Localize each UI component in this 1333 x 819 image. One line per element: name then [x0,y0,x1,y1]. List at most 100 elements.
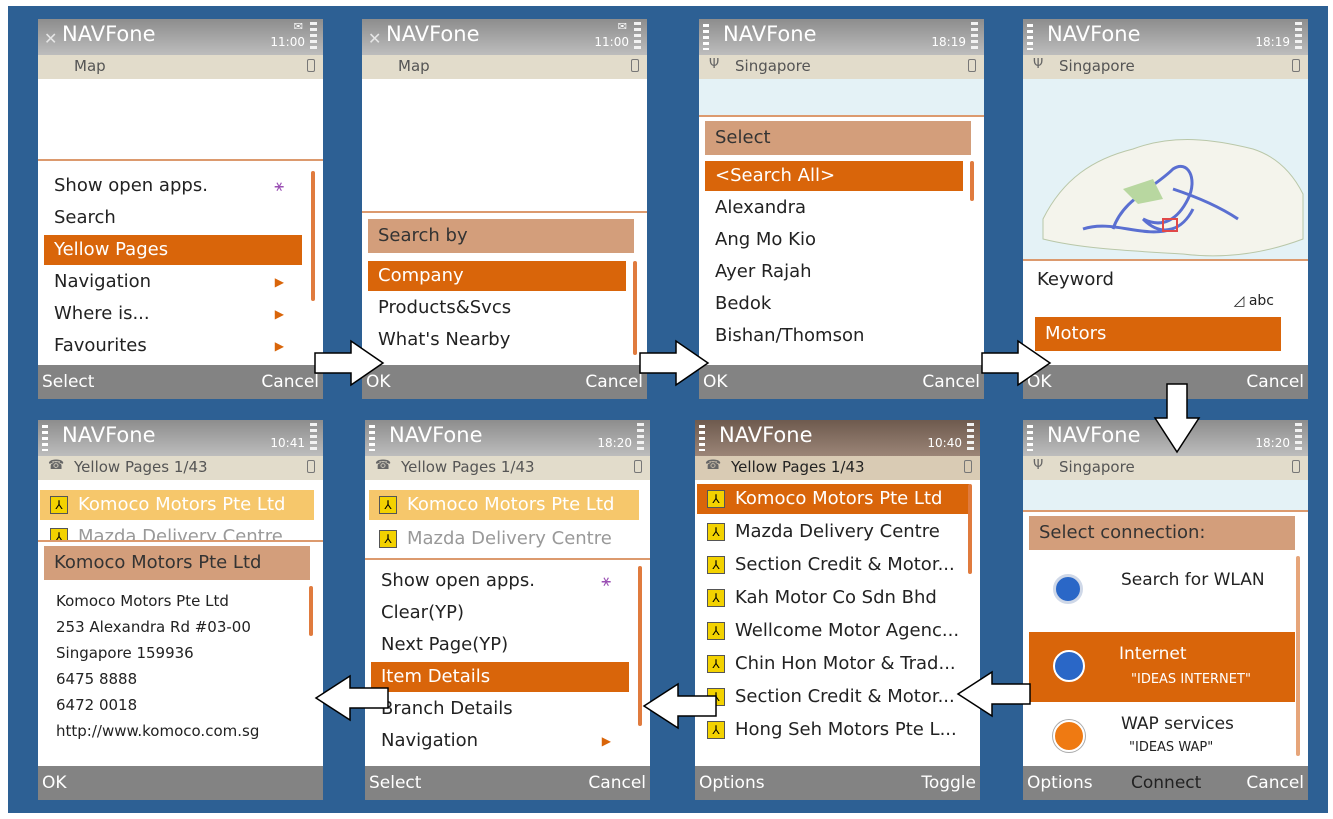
options-softkey[interactable]: Options [1027,773,1093,793]
yellow-pages-icon: ⅄ [707,655,725,673]
app-title: NAVFone [62,22,156,46]
select-softkey[interactable]: Select [42,372,94,392]
scrollbar[interactable] [1296,556,1300,756]
connect-softkey[interactable]: Connect [1131,773,1201,793]
list-item[interactable]: Ayer Rajah [705,257,963,287]
menu-item-label: Item Details [381,666,491,687]
list-item[interactable]: Alexandra [705,193,963,223]
list-item[interactable]: ⅄Section Credit & Motor... [697,682,955,712]
menu-item-company[interactable]: Company [368,261,626,291]
sub-title-bar: Ψ Singapore [699,55,984,79]
details-popup: Komoco Motors Pte Ltd Komoco Motors Pte … [38,540,323,768]
list-item[interactable]: Bishan/Thomson [705,321,963,351]
list-item[interactable]: ⅄ Komoco Motors Pte Ltd [697,484,969,514]
menu-item-search[interactable]: Search [44,203,302,233]
list-item[interactable]: ⅄ Chin Hon Motor & Trad... [697,649,956,679]
menu-item-navigation[interactable]: Navigation ▶ [371,726,629,756]
phone-icon: ☎ [705,458,722,473]
cancel-softkey[interactable]: Cancel [261,372,319,392]
connection-option-wap[interactable]: WAP services "IDEAS WAP" [1029,706,1287,766]
signal-icon [1027,24,1033,50]
app-title: NAVFone [719,423,813,447]
wap-icon [1053,720,1085,752]
clock: 11:00 [270,35,305,49]
menu-item-clear[interactable]: Clear(YP) [371,598,629,628]
submenu-arrow-icon: ▶ [274,339,284,353]
diagram-background: ✕ NAVFone ✉ 11:00 Map Show open apps. ⚹ S… [8,6,1328,813]
scrollbar[interactable] [633,261,637,355]
menu-item-label: Navigation [54,271,152,292]
menu-item-where-is[interactable]: Where is... ▶ [44,299,302,329]
connection-option-internet[interactable]: Internet "IDEAS INTERNET" [1029,632,1295,702]
list-item-search-all[interactable]: <Search All> [705,161,963,191]
cancel-softkey[interactable]: Cancel [585,372,643,392]
list-item[interactable]: Bedok [705,289,963,319]
screen-results-options: NAVFone 18:20 ☎ Yellow Pages 1/43 ⅄ Komoc… [365,420,650,800]
list-item[interactable]: ⅄ Mazda Delivery Centre [697,517,955,547]
sub-title: Map [74,57,106,75]
scrollbar[interactable] [968,484,972,574]
toggle-softkey[interactable]: Toggle [921,773,976,793]
list-item[interactable]: ⅄Section Credit & Motor... [697,550,955,580]
menu-item-yellow-pages[interactable]: Yellow Pages [44,235,302,265]
list-item[interactable]: ⅄ Komoco Motors Pte Ltd [40,490,314,520]
list-item-label: Section Credit & Motor... [735,554,955,575]
cancel-softkey[interactable]: Cancel [1246,372,1304,392]
sub-title: Yellow Pages 1/43 [401,458,535,476]
menu-item-label: Yellow Pages [54,239,169,260]
lock-icon [307,460,315,473]
sub-title-bar: Map [362,55,647,79]
list-item[interactable]: ⅄ Mazda Delivery Centre [369,524,627,554]
globe-icon [1053,650,1085,682]
signal-icon [699,425,705,451]
detail-phone[interactable]: 6475 8888 [56,670,137,688]
select-softkey[interactable]: Select [369,773,421,793]
apps-icon: ⚹ [274,176,284,195]
menu-item-whats-nearby[interactable]: What's Nearby [368,325,626,355]
menu-item-show-open-apps[interactable]: Show open apps. ⚹ [371,566,629,596]
yellow-pages-icon: ⅄ [707,490,725,508]
list-item[interactable]: ⅄ Hong Seh Motors Pte L... [697,715,957,745]
singapore-map[interactable] [1023,79,1308,276]
screen-search-by: ✕ NAVFone ✉ 11:00 Map Search by Company … [362,19,647,399]
menu-item-products-svcs[interactable]: Products&Svcs [368,293,626,323]
list-item[interactable]: ⅄ Komoco Motors Pte Ltd [369,490,639,520]
list-item[interactable]: Ang Mo Kio [705,225,963,255]
menu-item-navigation[interactable]: Navigation ▶ [44,267,302,297]
detail-url[interactable]: http://www.komoco.com.sg [56,722,259,740]
list-item[interactable]: ⅄ Kah Motor Co Sdn Bhd [697,583,955,613]
menu-item-item-details[interactable]: Item Details [371,662,629,692]
keyword-input[interactable]: Motors [1035,317,1281,351]
cancel-softkey[interactable]: Cancel [1246,773,1304,793]
softkey-bar: OK [38,766,323,800]
softkey-bar: Options Connect Cancel [1023,766,1308,800]
phone-icon: ☎ [375,458,392,473]
clock: 10:40 [927,436,962,450]
cancel-softkey[interactable]: Cancel [588,773,646,793]
input-mode-indicator: ◿ abc [1234,293,1274,309]
yellow-pages-icon: ⅄ [707,523,725,541]
cancel-softkey[interactable]: Cancel [922,372,980,392]
details-heading: Komoco Motors Pte Ltd [44,546,310,580]
menu-item-next-page[interactable]: Next Page(YP) [371,630,629,660]
ok-softkey[interactable]: OK [42,773,67,793]
yellow-pages-icon: ⅄ [379,496,397,514]
scrollbar[interactable] [970,161,974,201]
app-title: NAVFone [1047,22,1141,46]
menu-heading: Select connection: [1029,516,1295,550]
signal-icon [703,24,709,50]
lock-icon [307,59,315,72]
softkey-bar: OK Cancel [699,365,984,399]
options-softkey[interactable]: Options [699,773,765,793]
menu-item-branch-details[interactable]: Branch Details [371,694,629,724]
list-item[interactable]: ⅄ Wellcome Motor Agenc... [697,616,959,646]
sub-title: Singapore [735,57,811,75]
menu-item-favourites[interactable]: Favourites ▶ [44,331,302,361]
connection-option-wlan[interactable]: Search for WLAN [1029,556,1287,630]
lock-icon [1292,460,1300,473]
list-item-label: Section Credit & Motor... [735,686,955,707]
scrollbar[interactable] [311,171,315,301]
menu-item-show-open-apps[interactable]: Show open apps. ⚹ [44,171,302,201]
scrollbar[interactable] [309,586,313,636]
sub-title: Map [398,57,430,75]
